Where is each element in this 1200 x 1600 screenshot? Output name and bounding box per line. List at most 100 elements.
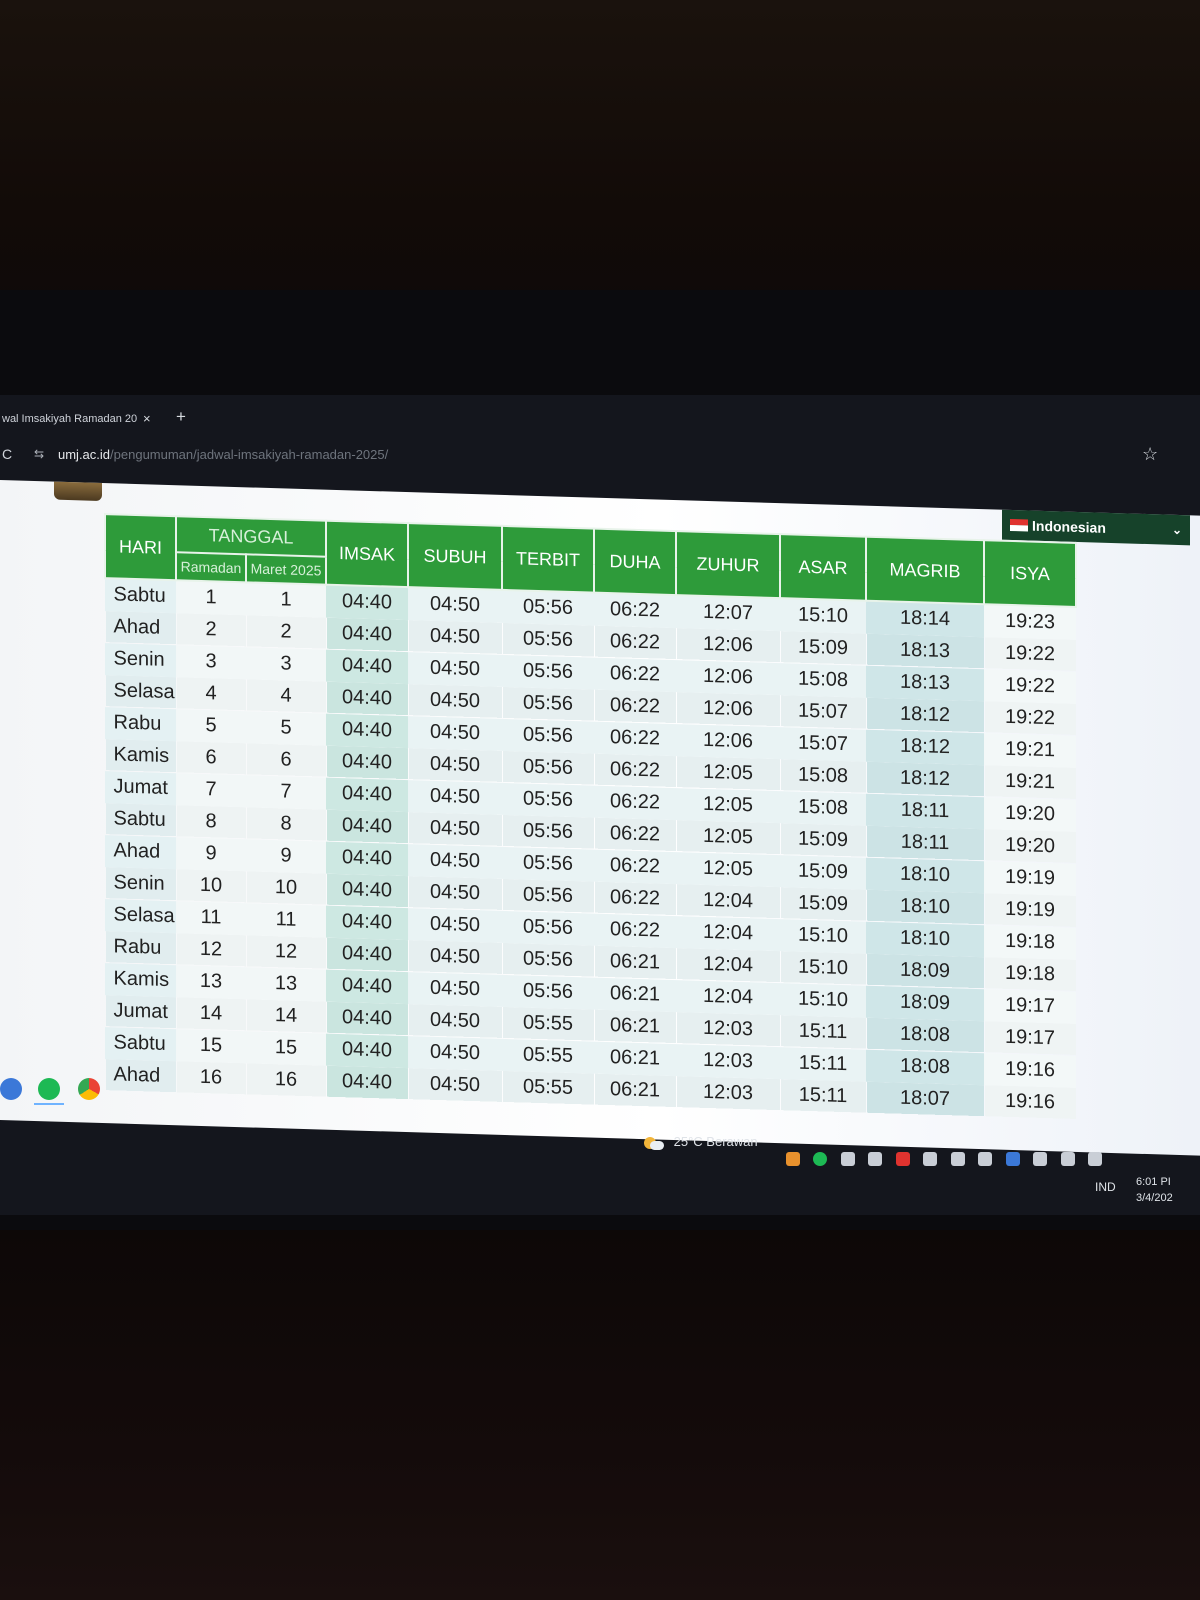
- tray-app-icon[interactable]: [868, 1151, 883, 1166]
- url-field[interactable]: umj.ac.id/pengumuman/jadwal-imsakiyah-ra…: [58, 447, 388, 462]
- new-tab-button[interactable]: +: [176, 404, 186, 430]
- tray-app-icon[interactable]: [950, 1151, 965, 1166]
- spotify-icon[interactable]: [38, 1078, 60, 1100]
- cell-magrib: 18:07: [866, 1081, 984, 1117]
- background-wall: [0, 0, 1200, 300]
- bluetooth-icon[interactable]: [1005, 1151, 1020, 1166]
- reload-icon[interactable]: C: [2, 446, 12, 462]
- header-subuh: SUBUH: [408, 523, 502, 590]
- cell-asar: 15:09: [780, 854, 866, 890]
- indonesia-flag-icon: [1010, 518, 1028, 532]
- cell-zuhur: 12:05: [676, 787, 780, 823]
- cell-terbit: 05:55: [502, 1070, 594, 1106]
- close-tab-icon[interactable]: ×: [143, 406, 151, 432]
- cell-asar: 15:10: [780, 950, 866, 986]
- battery-icon[interactable]: [1033, 1151, 1048, 1166]
- cell-terbit: 05:56: [502, 654, 594, 690]
- header-imsak: IMSAK: [326, 520, 408, 588]
- cell-magrib: 18:13: [866, 633, 984, 669]
- cell-duha: 06:22: [594, 913, 676, 948]
- cell-magrib: 18:12: [866, 761, 984, 797]
- cell-subuh: 04:50: [408, 939, 502, 975]
- cell-asar: 15:09: [780, 822, 866, 858]
- cell-maret: 7: [246, 774, 326, 810]
- cell-subuh: 04:50: [408, 683, 502, 719]
- address-bar[interactable]: C ⇆ umj.ac.id/pengumuman/jadwal-imsakiya…: [0, 440, 1200, 474]
- cell-maret: 16: [246, 1062, 326, 1098]
- cell-isya: 19:18: [984, 924, 1076, 960]
- cell-maret: 12: [246, 934, 326, 970]
- weather-widget[interactable]: 25°C Berawan: [644, 1134, 758, 1151]
- tray-app-icon[interactable]: [978, 1151, 993, 1166]
- cell-magrib: 18:10: [866, 857, 984, 893]
- cell-terbit: 05:56: [502, 974, 594, 1010]
- cell-magrib: 18:10: [866, 921, 984, 957]
- cell-terbit: 05:56: [502, 718, 594, 754]
- cell-magrib: 18:09: [866, 985, 984, 1021]
- cell-zuhur: 12:06: [676, 627, 780, 663]
- cell-imsak: 04:40: [326, 745, 408, 780]
- header-isya: ISYA: [984, 540, 1076, 607]
- cell-ramadan: 12: [176, 932, 246, 967]
- cell-zuhur: 12:03: [676, 1075, 780, 1111]
- cell-duha: 06:21: [594, 1009, 676, 1044]
- input-language[interactable]: IND: [1095, 1180, 1116, 1194]
- cell-duha: 06:21: [594, 977, 676, 1012]
- cell-terbit: 05:55: [502, 1038, 594, 1074]
- cell-subuh: 04:50: [408, 971, 502, 1007]
- active-app-indicator: [34, 1103, 64, 1105]
- tab-strip: wal Imsakiyah Ramadan 20 × +: [0, 400, 1200, 436]
- windows-start-icon[interactable]: [0, 1078, 22, 1100]
- cell-maret: 15: [246, 1030, 326, 1066]
- cell-imsak: 04:40: [326, 1065, 408, 1100]
- cell-asar: 15:11: [780, 1046, 866, 1082]
- cell-duha: 06:21: [594, 1041, 676, 1076]
- cell-duha: 06:22: [594, 689, 676, 724]
- cell-zuhur: 12:04: [676, 979, 780, 1015]
- cell-isya: 19:17: [984, 988, 1076, 1024]
- site-settings-icon[interactable]: ⇆: [34, 447, 44, 461]
- cell-imsak: 04:40: [326, 969, 408, 1004]
- system-tray[interactable]: [786, 1150, 1111, 1168]
- cell-magrib: 18:12: [866, 697, 984, 733]
- cell-duha: 06:22: [594, 625, 676, 660]
- cell-asar: 15:11: [780, 1078, 866, 1114]
- cell-imsak: 04:40: [326, 937, 408, 972]
- clock[interactable]: 6:01 PI 3/4/202: [1136, 1174, 1173, 1206]
- tray-app-icon[interactable]: [923, 1151, 938, 1166]
- cell-maret: 10: [246, 870, 326, 906]
- cell-zuhur: 12:04: [676, 915, 780, 951]
- cell-ramadan: 14: [176, 996, 246, 1031]
- cell-maret: 3: [246, 646, 326, 682]
- star-icon[interactable]: ☆: [1142, 444, 1158, 465]
- cell-duha: 06:22: [594, 785, 676, 820]
- cell-duha: 06:21: [594, 1073, 676, 1108]
- header-ramadan: Ramadan: [176, 552, 246, 583]
- cell-subuh: 04:50: [408, 1035, 502, 1071]
- wifi-icon[interactable]: [1060, 1151, 1075, 1166]
- cell-imsak: 04:40: [326, 873, 408, 908]
- spotify-tray-icon[interactable]: [813, 1151, 828, 1166]
- cell-maret: 8: [246, 806, 326, 842]
- cell-asar: 15:07: [780, 694, 866, 730]
- cell-imsak: 04:40: [326, 713, 408, 748]
- cell-subuh: 04:50: [408, 907, 502, 943]
- cell-subuh: 04:50: [408, 651, 502, 687]
- cell-asar: 15:10: [780, 982, 866, 1018]
- tray-app-icon[interactable]: [840, 1151, 855, 1166]
- chrome-icon[interactable]: [78, 1078, 100, 1100]
- cell-terbit: 05:56: [502, 782, 594, 818]
- cell-subuh: 04:50: [408, 715, 502, 751]
- table-body: Sabtu 1 1 04:40 04:50 05:56 06:22 12:07 15:10 18:…: [105, 578, 1076, 1120]
- cell-asar: 15:07: [780, 726, 866, 762]
- cell-zuhur: 12:04: [676, 883, 780, 919]
- cell-subuh: 04:50: [408, 1003, 502, 1039]
- tray-app-icon[interactable]: [895, 1151, 910, 1166]
- cell-terbit: 05:56: [502, 589, 594, 626]
- cell-hari: Rabu: [105, 706, 176, 741]
- cell-ramadan: 16: [176, 1060, 246, 1095]
- cell-ramadan: 10: [176, 868, 246, 903]
- imsakiyah-table: HARI TANGGAL IMSAK SUBUH TERBIT DUHA ZUH…: [104, 513, 1077, 1120]
- tray-app-icon[interactable]: [786, 1151, 800, 1166]
- volume-icon[interactable]: [1087, 1151, 1102, 1166]
